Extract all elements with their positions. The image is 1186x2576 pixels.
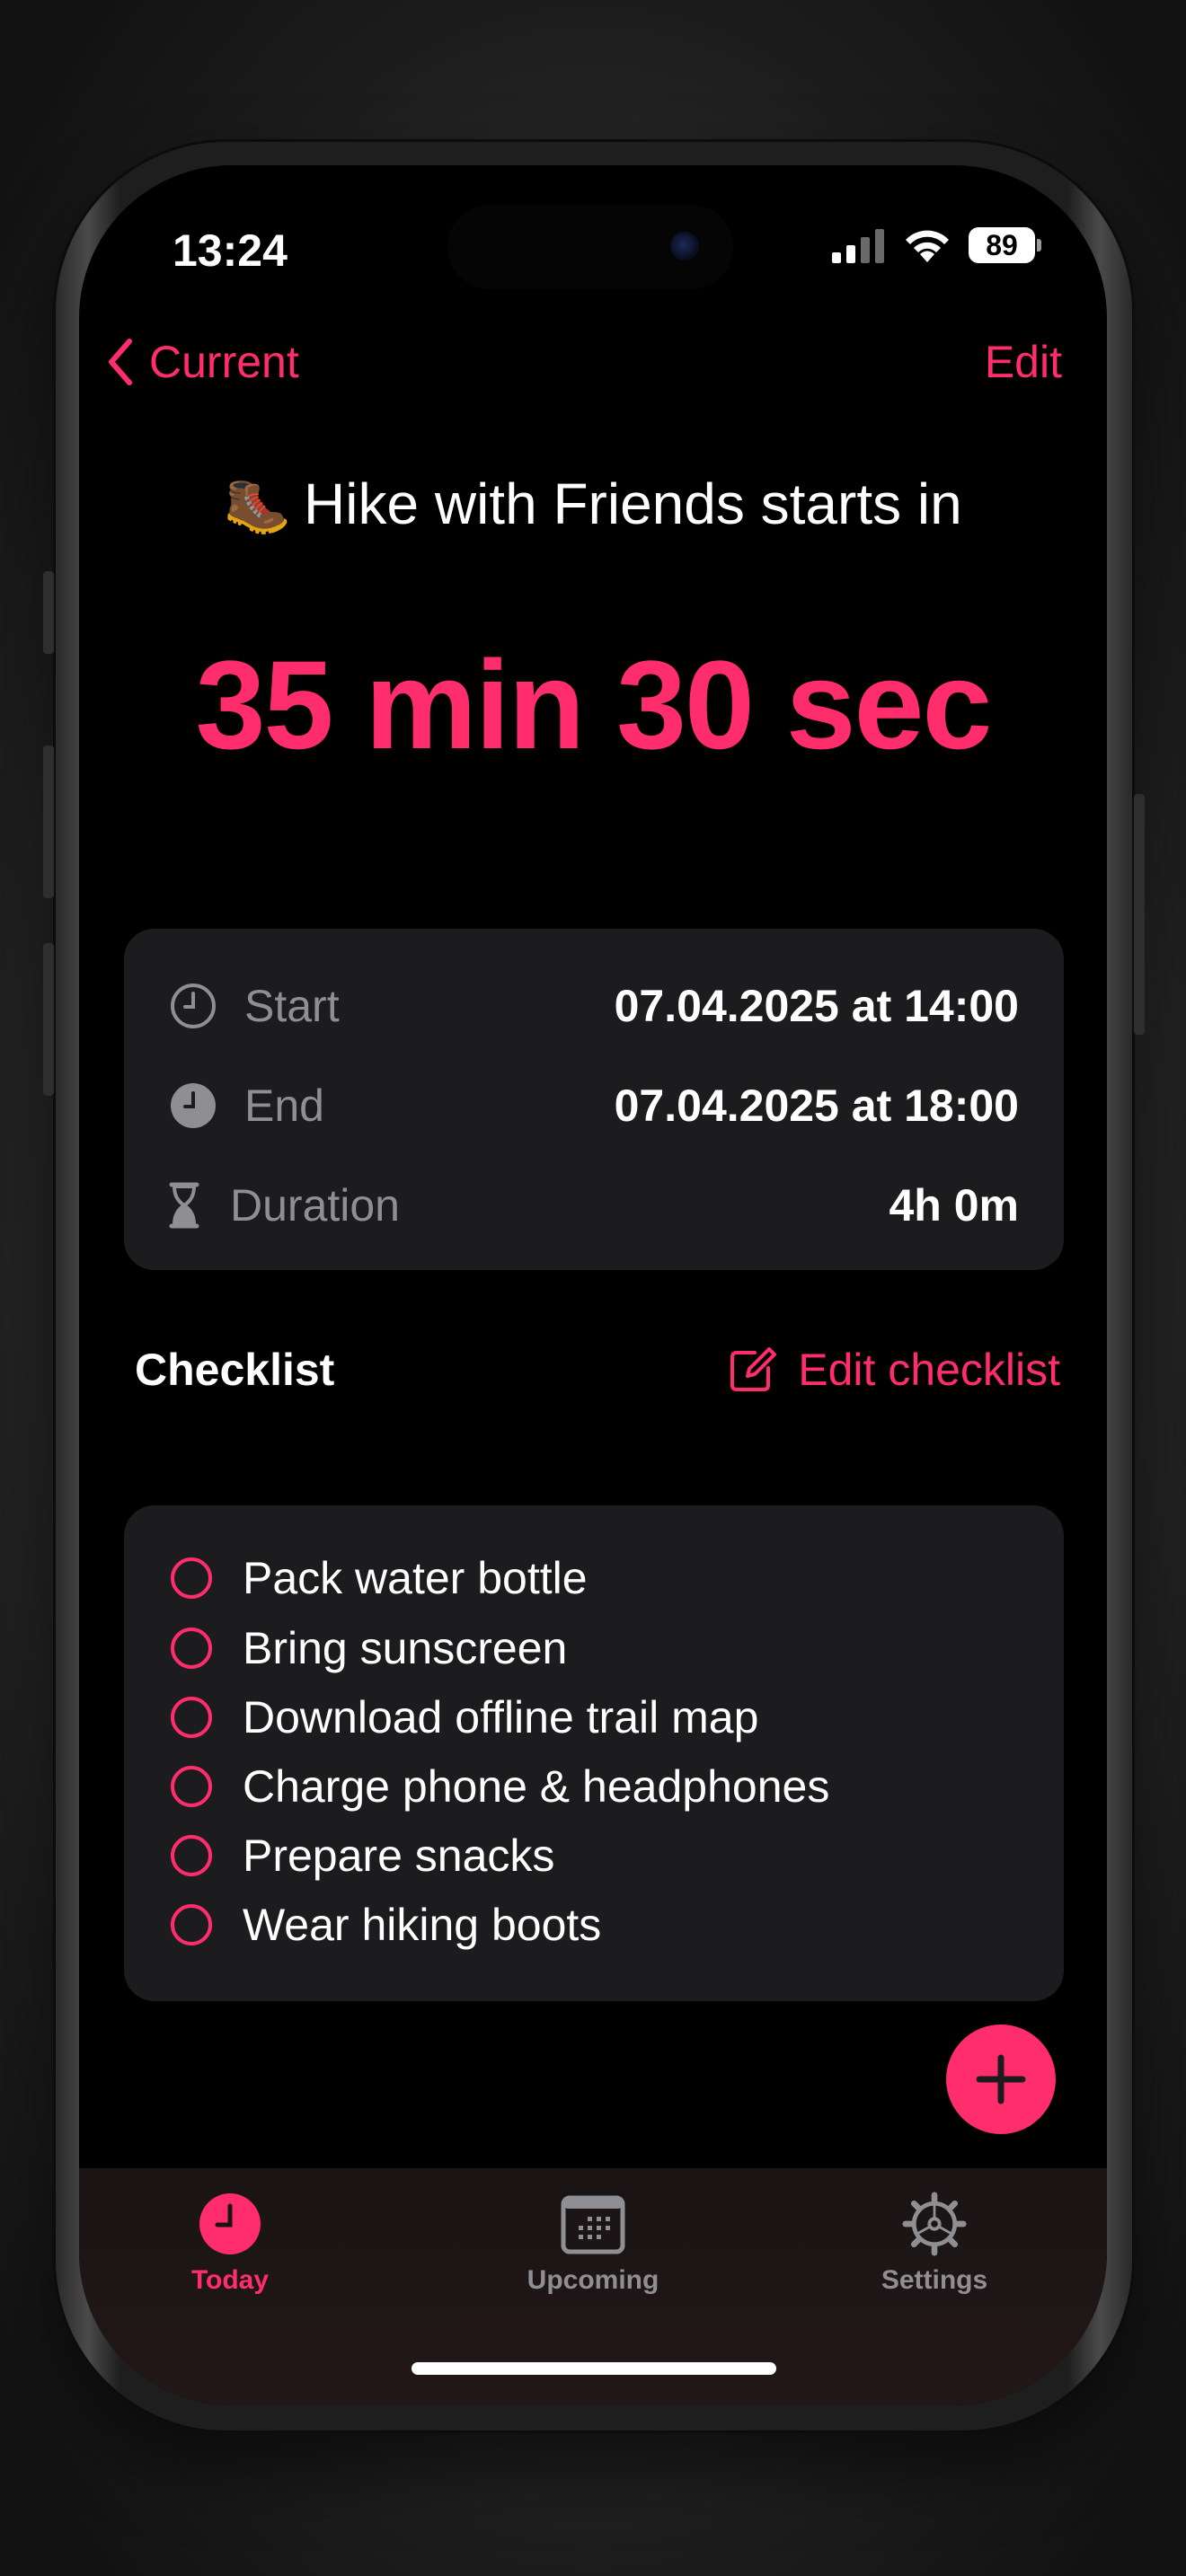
volume-down-button (43, 943, 54, 1096)
detail-label: End (244, 1081, 324, 1131)
event-title-line: 🥾 Hike with Friends starts in (79, 471, 1107, 537)
add-button[interactable] (946, 2025, 1056, 2134)
detail-row-start: Start 07.04.2025 at 14:00 (124, 970, 1064, 1042)
status-time: 13:24 (173, 225, 288, 276)
checklist-item[interactable]: Prepare snacks (171, 1824, 554, 1887)
tab-bar: Today Upcoming Settings (79, 2168, 1107, 2405)
checklist-item-label: Pack water bottle (243, 1553, 588, 1603)
clock-icon (169, 982, 217, 1030)
checklist-item-label: Wear hiking boots (243, 1900, 602, 1950)
detail-value: 4h 0m (889, 1180, 1019, 1231)
tab-label: Today (190, 2265, 270, 2295)
checkbox-circle-icon[interactable] (171, 1697, 212, 1738)
checklist-item-label: Download offline trail map (243, 1692, 759, 1742)
hiking-boot-icon: 🥾 (224, 475, 292, 535)
checklist-card: Pack water bottle Bring sunscreen Downlo… (124, 1505, 1064, 2001)
checklist-item-label: Charge phone & headphones (243, 1761, 830, 1812)
detail-label: Start (244, 981, 340, 1031)
checkbox-circle-icon[interactable] (171, 1766, 212, 1807)
calendar-icon (561, 2192, 625, 2256)
action-button (43, 571, 54, 654)
phone-screen: 13:24 89 Current Edit 🥾 Hike with Friends… (79, 165, 1107, 2405)
tab-today[interactable]: Today (131, 2192, 329, 2296)
square-pencil-icon (730, 1347, 777, 1391)
volume-up-button (43, 745, 54, 898)
power-button (1134, 794, 1145, 1035)
detail-row-duration: Duration 4h 0m (124, 1169, 1064, 1241)
checkbox-circle-icon[interactable] (171, 1904, 212, 1945)
checklist-item-label: Prepare snacks (243, 1831, 555, 1881)
status-icons: 89 (830, 226, 1041, 264)
detail-row-end: End 07.04.2025 at 18:00 (124, 1070, 1064, 1142)
checklist-item[interactable]: Download offline trail map (171, 1686, 758, 1749)
dynamic-island (447, 205, 733, 289)
detail-value: 07.04.2025 at 14:00 (614, 981, 1019, 1031)
checkbox-circle-icon[interactable] (171, 1835, 212, 1876)
gear-icon (902, 2192, 967, 2256)
tab-upcoming[interactable]: Upcoming (494, 2192, 692, 2296)
checklist-item[interactable]: Pack water bottle (171, 1547, 588, 1610)
clock-filled-icon (198, 2192, 262, 2256)
chevron-left-icon (109, 339, 132, 385)
navigation-bar: Current Edit (79, 336, 1107, 399)
edit-checklist-button[interactable]: Edit checklist (728, 1344, 1060, 1396)
camera-icon (670, 232, 699, 260)
countdown-timer: 35 min 30 sec (195, 634, 993, 775)
tab-label: Upcoming (527, 2265, 659, 2295)
checklist-item-label: Bring sunscreen (243, 1623, 568, 1673)
back-label: Current (149, 337, 299, 387)
edit-checklist-label: Edit checklist (798, 1345, 1060, 1395)
plus-icon (976, 2054, 1026, 2104)
event-title: Hike with Friends starts in (304, 472, 962, 536)
event-details-card: Start 07.04.2025 at 14:00 End 07.04.2025… (124, 929, 1064, 1270)
checklist-title: Checklist (135, 1345, 335, 1395)
checkbox-circle-icon[interactable] (171, 1557, 212, 1599)
detail-label: Duration (230, 1180, 400, 1231)
checklist-item[interactable]: Wear hiking boots (171, 1893, 601, 1956)
hourglass-icon (160, 1181, 208, 1230)
clock-filled-icon (169, 1081, 217, 1130)
checklist-item[interactable]: Charge phone & headphones (171, 1755, 829, 1818)
checkbox-circle-icon[interactable] (171, 1628, 212, 1669)
edit-button[interactable]: Edit (985, 336, 1062, 388)
tab-label: Settings (881, 2265, 988, 2295)
tab-settings[interactable]: Settings (836, 2192, 1033, 2296)
home-indicator[interactable] (412, 2362, 776, 2375)
checklist-item[interactable]: Bring sunscreen (171, 1617, 567, 1680)
battery-indicator: 89 (969, 227, 1041, 263)
cellular-signal-icon (832, 229, 884, 263)
wifi-icon (906, 230, 949, 262)
checklist-header: Checklist Edit checklist (79, 1344, 1107, 1416)
back-button[interactable]: Current (106, 336, 299, 388)
detail-value: 07.04.2025 at 18:00 (614, 1081, 1019, 1131)
